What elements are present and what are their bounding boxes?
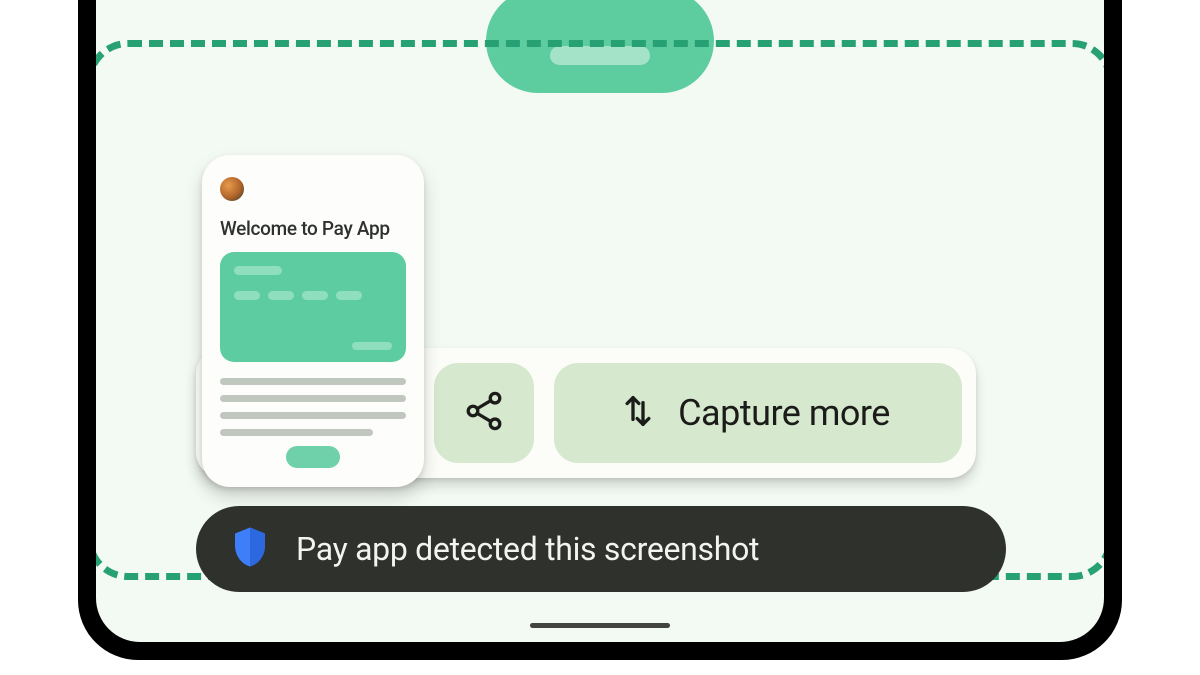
pill-inner-indicator bbox=[550, 46, 650, 65]
shield-icon bbox=[232, 526, 268, 572]
phone-screen: Capture more Welcome to Pay App bbox=[96, 0, 1104, 642]
snackbar-message: Pay app detected this screenshot bbox=[296, 530, 759, 568]
capture-more-button[interactable]: Capture more bbox=[554, 363, 962, 463]
expand-arrows-icon bbox=[618, 391, 658, 435]
thumbnail-title: Welcome to Pay App bbox=[220, 217, 406, 240]
placeholder-line bbox=[220, 429, 373, 436]
app-preview-pill[interactable] bbox=[486, 0, 714, 93]
screenshot-detection-snackbar: Pay app detected this screenshot bbox=[196, 506, 1006, 592]
navigation-handle[interactable] bbox=[530, 623, 670, 628]
placeholder-line bbox=[220, 395, 406, 402]
capture-more-label: Capture more bbox=[678, 392, 890, 434]
share-icon bbox=[462, 389, 506, 437]
pay-card-preview bbox=[220, 252, 406, 362]
thumbnail-home-pill bbox=[286, 446, 340, 468]
placeholder-line bbox=[220, 378, 406, 385]
placeholder-line bbox=[220, 412, 406, 419]
phone-frame: Capture more Welcome to Pay App bbox=[78, 0, 1122, 660]
avatar bbox=[220, 177, 244, 201]
share-button[interactable] bbox=[434, 363, 534, 463]
screenshot-thumbnail[interactable]: Welcome to Pay App bbox=[202, 155, 424, 487]
